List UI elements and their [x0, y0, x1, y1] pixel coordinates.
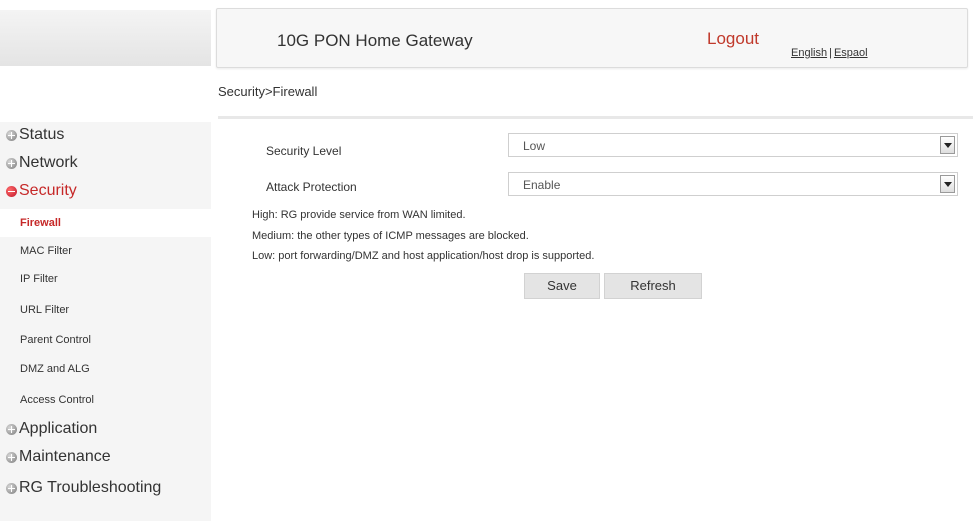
- note-low: Low: port forwarding/DMZ and host applic…: [252, 250, 595, 262]
- breadcrumb: Security>Firewall: [218, 84, 318, 99]
- sidebar-subitem-dmz-alg[interactable]: DMZ and ALG: [0, 355, 211, 383]
- sidebar-item-label: Application: [19, 420, 98, 437]
- security-level-value: Low: [523, 139, 546, 153]
- language-switcher: English | Espaol: [791, 47, 868, 59]
- sidebar-subitem-access-control[interactable]: Access Control: [0, 386, 211, 414]
- sidebar-subitem-parent-control[interactable]: Parent Control: [0, 326, 211, 354]
- language-separator: |: [829, 47, 832, 59]
- save-button[interactable]: Save: [524, 273, 600, 299]
- sidebar-item-security[interactable]: Security: [6, 180, 77, 202]
- refresh-button[interactable]: Refresh: [604, 273, 702, 299]
- logo-area: [0, 10, 211, 66]
- espanol-link[interactable]: Espaol: [834, 47, 868, 59]
- attack-protection-select[interactable]: Enable: [508, 172, 958, 196]
- sidebar-item-label: RG Troubleshooting: [19, 479, 162, 496]
- sidebar-item-label: Maintenance: [19, 448, 111, 465]
- sidebar-item-maintenance[interactable]: Maintenance: [6, 446, 111, 468]
- sidebar-item-status[interactable]: Status: [6, 124, 64, 146]
- plus-bullet-icon: [6, 129, 17, 141]
- header-divider: [218, 116, 973, 119]
- sidebar-item-label: Security: [19, 182, 77, 199]
- sidebar-subitem-mac-filter[interactable]: MAC Filter: [0, 237, 211, 265]
- english-link[interactable]: English: [791, 47, 827, 59]
- attack-protection-value: Enable: [523, 178, 561, 192]
- sidebar-item-network[interactable]: Network: [6, 152, 78, 174]
- minus-bullet-icon: [6, 185, 17, 197]
- sidebar-subitem-url-filter[interactable]: URL Filter: [0, 296, 211, 324]
- sidebar-item-rg-troubleshooting[interactable]: RG Troubleshooting: [6, 477, 161, 499]
- security-level-label: Security Level: [266, 144, 342, 158]
- plus-bullet-icon: [6, 482, 17, 494]
- logout-link[interactable]: Logout: [707, 29, 759, 49]
- header-bar: 10G PON Home Gateway Logout English | Espa…: [216, 8, 968, 68]
- sidebar-item-label: Network: [19, 154, 78, 171]
- plus-bullet-icon: [6, 423, 17, 435]
- sidebar-item-label: Status: [19, 126, 65, 143]
- sidebar-item-application[interactable]: Application: [6, 418, 97, 440]
- plus-bullet-icon: [6, 157, 17, 169]
- security-level-select[interactable]: Low: [508, 133, 958, 157]
- sidebar-subitem-ip-filter[interactable]: IP Filter: [0, 265, 211, 293]
- plus-bullet-icon: [6, 451, 17, 463]
- note-medium: Medium: the other types of ICMP messages…: [252, 230, 529, 242]
- gateway-title: 10G PON Home Gateway: [277, 31, 473, 50]
- chevron-down-icon[interactable]: [940, 136, 955, 154]
- note-high: High: RG provide service from WAN limite…: [252, 209, 466, 221]
- chevron-down-icon[interactable]: [940, 175, 955, 193]
- sidebar-subitem-firewall[interactable]: Firewall: [0, 209, 211, 237]
- attack-protection-label: Attack Protection: [266, 180, 357, 194]
